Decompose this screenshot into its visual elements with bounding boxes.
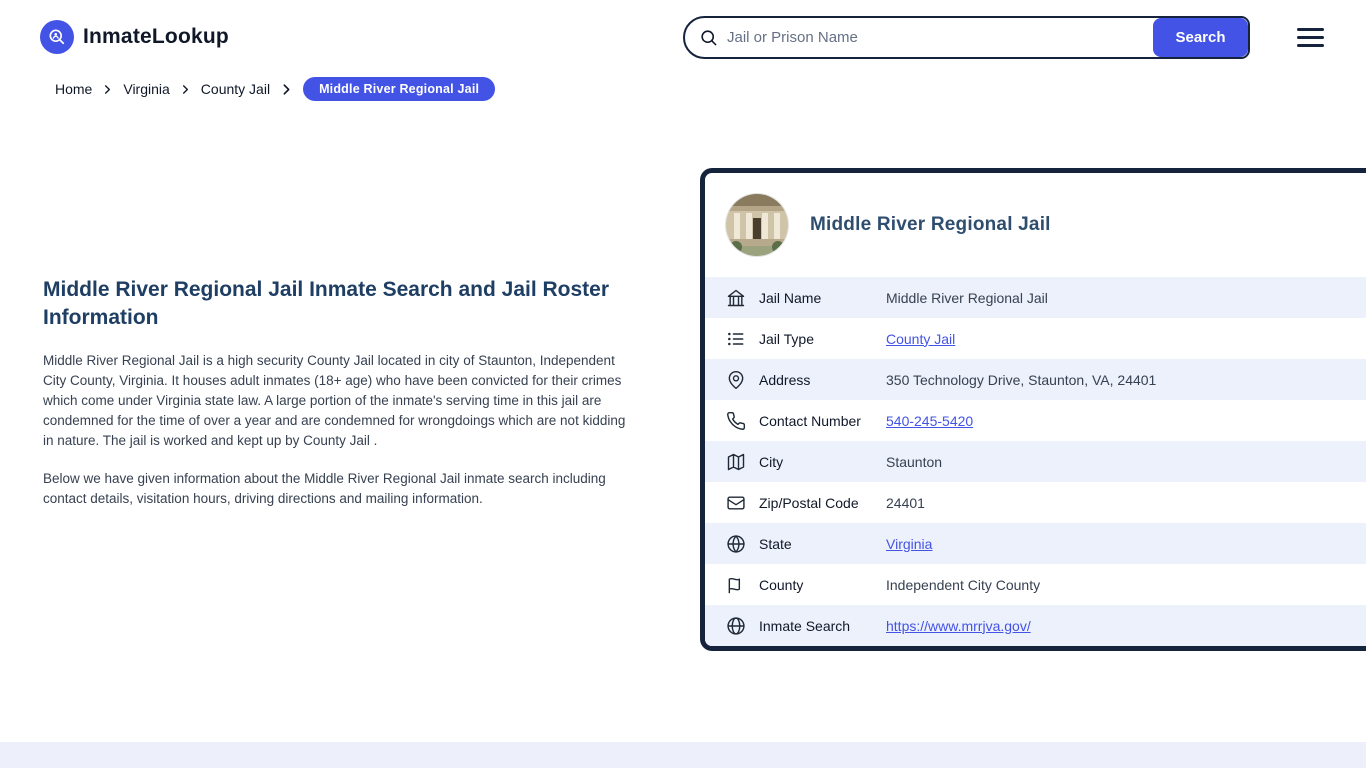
- bank-icon: [726, 288, 746, 308]
- table-row-zip: Zip/Postal Code 24401: [705, 482, 1366, 523]
- inmate-search-link[interactable]: https://www.mrrjva.gov/: [886, 618, 1031, 634]
- search-bar: Search: [683, 16, 1250, 59]
- table-row-city: City Staunton: [705, 441, 1366, 482]
- chevron-right-icon: [180, 84, 191, 95]
- breadcrumb: Home Virginia County Jail Middle River R…: [55, 77, 495, 101]
- row-label: Address: [759, 372, 886, 388]
- row-label: Zip/Postal Code: [759, 495, 886, 511]
- search-button[interactable]: Search: [1153, 18, 1248, 57]
- jail-name-value: Middle River Regional Jail: [886, 290, 1048, 306]
- page-title: Middle River Regional Jail Inmate Search…: [43, 276, 618, 333]
- jail-info-table: Jail Name Middle River Regional Jail Jai…: [705, 277, 1366, 646]
- card-title: Middle River Regional Jail: [810, 214, 1051, 236]
- mail-icon: [726, 493, 746, 513]
- phone-link[interactable]: 540-245-5420: [886, 413, 973, 429]
- table-row-county: County Independent City County: [705, 564, 1366, 605]
- menu-hamburger-icon[interactable]: [1297, 28, 1324, 47]
- search-field[interactable]: [685, 18, 1153, 57]
- county-map-icon: [726, 575, 746, 595]
- secondary-paragraph: Below we have given information about th…: [43, 469, 635, 509]
- logo-text: InmateLookup: [83, 25, 229, 49]
- row-label: State: [759, 536, 886, 552]
- zip-value: 24401: [886, 495, 925, 511]
- jail-type-link[interactable]: County Jail: [886, 331, 955, 347]
- list-icon: [726, 329, 746, 349]
- table-row-inmate-search: Inmate Search https://www.mrrjva.gov/: [705, 605, 1366, 646]
- chevron-right-icon: [102, 84, 113, 95]
- address-value: 350 Technology Drive, Staunton, VA, 2440…: [886, 372, 1156, 388]
- county-value: Independent City County: [886, 577, 1040, 593]
- page: InmateLookup Search Home Virginia County…: [0, 0, 1366, 768]
- jail-photo-avatar: [726, 194, 788, 256]
- logo-magnifier-icon: [40, 20, 74, 54]
- site-logo[interactable]: InmateLookup: [40, 20, 229, 54]
- breadcrumb-state[interactable]: Virginia: [123, 81, 169, 97]
- search-icon: [699, 28, 718, 47]
- card-header: Middle River Regional Jail: [705, 173, 1366, 277]
- website-icon: [726, 616, 746, 636]
- row-label: Contact Number: [759, 413, 886, 429]
- phone-icon: [726, 411, 746, 431]
- intro-paragraph: Middle River Regional Jail is a high sec…: [43, 351, 635, 451]
- globe-icon: [726, 534, 746, 554]
- breadcrumb-jail-type[interactable]: County Jail: [201, 81, 270, 97]
- map-pin-icon: [726, 370, 746, 390]
- breadcrumb-home[interactable]: Home: [55, 81, 92, 97]
- state-link[interactable]: Virginia: [886, 536, 932, 552]
- table-row-state: State Virginia: [705, 523, 1366, 564]
- breadcrumb-current-badge: Middle River Regional Jail: [303, 77, 495, 101]
- row-label: Jail Type: [759, 331, 886, 347]
- city-value: Staunton: [886, 454, 942, 470]
- row-label: Inmate Search: [759, 618, 886, 634]
- footer-strip: [0, 742, 1366, 768]
- table-row-address: Address 350 Technology Drive, Staunton, …: [705, 359, 1366, 400]
- table-row-jail-type: Jail Type County Jail: [705, 318, 1366, 359]
- map-icon: [726, 452, 746, 472]
- row-label: County: [759, 577, 886, 593]
- row-label: Jail Name: [759, 290, 886, 306]
- jail-info-card: Middle River Regional Jail Jail Name Mid…: [700, 168, 1366, 651]
- article: Middle River Regional Jail Inmate Search…: [43, 276, 635, 509]
- search-input[interactable]: [727, 29, 1145, 46]
- row-label: City: [759, 454, 886, 470]
- table-row-contact: Contact Number 540-245-5420: [705, 400, 1366, 441]
- chevron-right-icon: [280, 83, 293, 96]
- table-row-jail-name: Jail Name Middle River Regional Jail: [705, 277, 1366, 318]
